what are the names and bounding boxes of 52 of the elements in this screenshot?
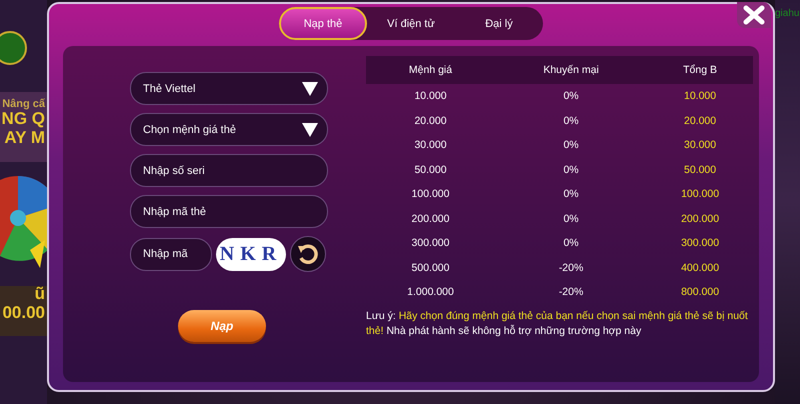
input-field[interactable]: Nhập mã: [130, 238, 212, 270]
table-cell-text: 100.000: [410, 187, 450, 202]
tab[interactable]: Ví điện tử: [367, 7, 455, 40]
table-cell-text: 0%: [562, 236, 580, 252]
table-cell-text: 200.000: [680, 212, 720, 227]
column-header: Khuyến mại: [495, 56, 648, 84]
input-field[interactable]: Nhập số seri: [130, 154, 328, 187]
table-cell-text: 20.000: [683, 114, 718, 129]
table-cell-text: -20%: [558, 260, 584, 276]
dropdown-triangle-icon: [301, 122, 319, 138]
input-field[interactable]: Nhập mã thẻ: [130, 195, 328, 228]
table-cell-text: 300.000: [680, 236, 720, 252]
note-text: Lưu ý: Hãy chọn đúng mệnh giá thẻ của bạn nếu chọn sai mệnh giá thẻ sẽ bị nuốt thẻ! Nhà phát hành sẽ không hỗ trợ những trường hợp này: [366, 308, 749, 338]
captcha-image: NKR: [216, 238, 286, 270]
table-cell-text: 30.000: [413, 138, 448, 154]
table-cell-text: -20%: [558, 285, 584, 300]
table-cell-text: 1.000.000: [406, 285, 455, 300]
table-cell: 10.000: [366, 84, 495, 108]
table-cell-text: 200.000: [410, 212, 450, 227]
background-text: giahu: [775, 8, 800, 19]
table-cell-text: 50.000: [683, 162, 718, 178]
table-cell-text: 20.000: [413, 114, 448, 129]
background-text: NG Q: [2, 110, 45, 129]
tab[interactable]: Nạp thẻ: [279, 7, 367, 40]
tab[interactable]: Đại lý: [455, 7, 543, 40]
background-text: ũ: [34, 285, 45, 304]
table-cell-text: 50.000: [413, 162, 448, 178]
column-header: Tổng B: [647, 56, 753, 84]
table-cell-text: 800.000: [680, 285, 720, 300]
table-cell-text: 300.000: [410, 236, 450, 252]
dropdown[interactable]: Chọn mệnh giá thẻ: [130, 113, 328, 146]
table-cell-text: 0%: [562, 162, 580, 178]
table-cell-text: 0%: [562, 187, 580, 202]
table-cell-text: 100.000: [680, 187, 720, 202]
background-text: Nâng cấ: [2, 98, 45, 110]
table-cell-text: 0%: [562, 138, 580, 154]
dropdown-triangle-icon: [301, 80, 319, 96]
table-cell: 10.000: [647, 84, 753, 108]
table-cell-text: 0%: [562, 114, 580, 129]
table-cell-text: 0%: [562, 212, 580, 227]
close-button[interactable]: [737, 2, 771, 28]
table-cell-text: 500.000: [410, 260, 450, 276]
background-text: AY M: [4, 128, 45, 148]
refresh-icon: [296, 242, 320, 266]
table-cell-text: 400.000: [680, 260, 720, 276]
background-text: 00.00: [2, 304, 45, 323]
table-cell: 0%: [495, 84, 648, 108]
refresh-button[interactable]: [290, 236, 326, 272]
close-icon: [743, 5, 765, 25]
dropdown[interactable]: Thẻ Viettel: [130, 72, 328, 105]
table-cell-text: 30.000: [683, 138, 718, 154]
column-header: Mệnh giá: [366, 56, 495, 84]
